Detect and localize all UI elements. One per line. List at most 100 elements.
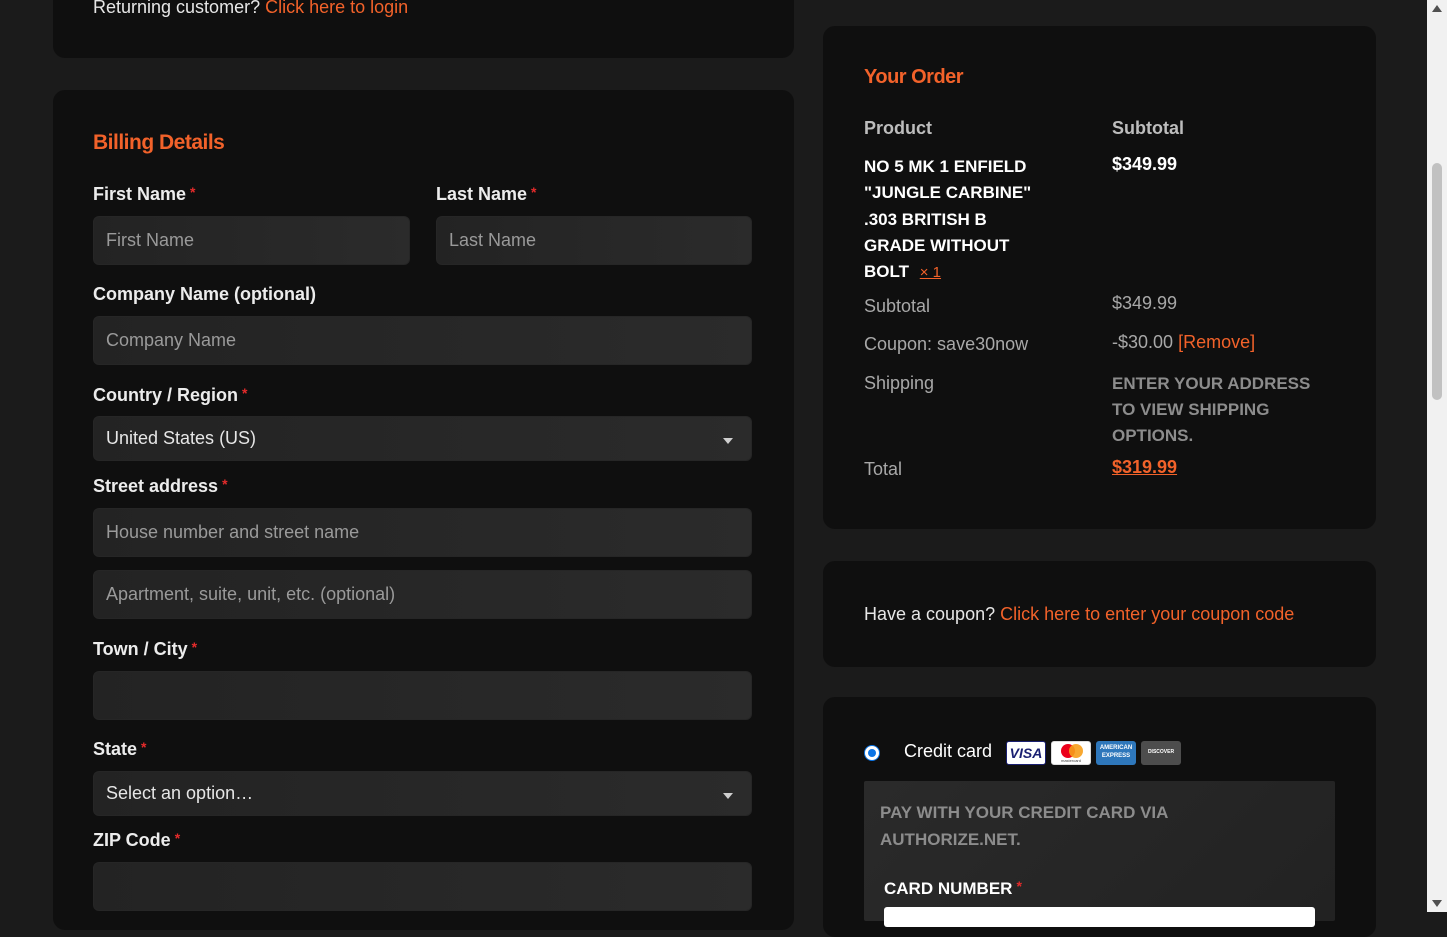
last-name-field[interactable] [436, 216, 752, 265]
zip-code-field[interactable] [93, 862, 752, 911]
zip-code-input[interactable] [94, 863, 751, 910]
order-title: Your Order [864, 66, 964, 88]
street-address-line1-input[interactable] [94, 509, 751, 556]
city-label: Town / City * [93, 639, 197, 660]
state-select[interactable]: Select an option… [93, 771, 752, 816]
first-name-label-text: First Name [93, 184, 187, 204]
coupon-notice-text: Have a coupon? [864, 604, 996, 624]
company-name-input[interactable] [94, 317, 751, 364]
last-name-label-text: Last Name [436, 184, 528, 204]
login-link[interactable]: Click here to login [265, 0, 408, 17]
discover-icon: DISCOVER [1141, 741, 1181, 765]
shipping-message-line: ENTER YOUR ADDRESS [1112, 374, 1311, 393]
enter-coupon-link[interactable]: Click here to enter your coupon code [1000, 604, 1294, 624]
street-address-line2-input[interactable] [94, 571, 751, 618]
required-mark: * [531, 184, 537, 200]
total-value: $319.99 [1112, 457, 1178, 477]
scroll-down-arrow-icon[interactable] [1432, 900, 1442, 907]
mastercard-logo-text: mastercard [1060, 758, 1081, 763]
product-column-header: Product [864, 118, 933, 138]
city-input[interactable] [94, 672, 751, 719]
country-selected-value: United States (US) [106, 428, 257, 448]
country-label-text: Country / Region [93, 385, 238, 405]
zip-code-label-text: ZIP Code [93, 830, 171, 850]
company-name-label: Company Name (optional) [93, 284, 317, 304]
required-mark: * [191, 639, 198, 655]
scroll-up-arrow-icon[interactable] [1432, 5, 1442, 12]
state-label-text: State [93, 739, 138, 759]
order-item-name-line: BOLT [864, 262, 910, 282]
subtotal-value: $349.99 [1112, 293, 1178, 313]
required-mark: * [1016, 878, 1022, 894]
credit-card-radio[interactable] [864, 745, 880, 761]
shipping-message: ENTER YOUR ADDRESS TO VIEW SHIPPING OPTI… [1112, 371, 1310, 449]
payment-description-line: AUTHORIZE.NET. [880, 830, 1021, 849]
payment-description: PAY WITH YOUR CREDIT CARD VIA AUTHORIZE.… [880, 799, 1168, 853]
city-field[interactable] [93, 671, 752, 720]
state-label: State * [93, 739, 146, 760]
amex-logo-text: AMERICAN EXPRESS [1099, 745, 1133, 759]
visa-icon: VISA [1006, 741, 1046, 765]
credit-card-label[interactable]: Credit card [904, 741, 992, 762]
order-item-price: $349.99 [1112, 154, 1178, 174]
coupon-discount: -$30.00 [Remove] [1112, 332, 1255, 353]
last-name-input[interactable] [437, 217, 751, 264]
card-number-input[interactable] [884, 907, 1315, 927]
last-name-label: Last Name * [436, 184, 537, 205]
required-mark: * [222, 476, 228, 492]
chevron-down-icon [723, 438, 733, 444]
company-name-field[interactable] [93, 316, 752, 365]
remove-coupon-link[interactable]: [Remove] [1178, 332, 1255, 352]
state-selected-value: Select an option… [106, 783, 254, 803]
returning-customer-panel: Returning customer? Click here to login [53, 0, 794, 58]
card-number-label: CARD NUMBER * [884, 878, 1022, 899]
street-address-label: Street address * [93, 476, 228, 497]
visa-logo-text: VISA [1009, 745, 1043, 761]
coupon-panel: Have a coupon? Click here to enter your … [823, 561, 1376, 667]
mastercard-icon: mastercard [1051, 741, 1091, 765]
shipping-message-line: OPTIONS. [1112, 426, 1194, 445]
radio-selected-dot [868, 749, 876, 757]
american-express-icon: AMERICAN EXPRESS [1096, 741, 1136, 765]
order-item-name-line: NO 5 MK 1 ENFIELD [864, 157, 1027, 176]
shipping-label: Shipping [864, 373, 935, 393]
billing-details-panel: Billing Details First Name* Last Name* C… [53, 90, 794, 930]
card-number-label-text: CARD NUMBER [884, 879, 1013, 898]
country-select[interactable]: United States (US) [93, 416, 752, 461]
credit-card-payment-box: PAY WITH YOUR CREDIT CARD VIA AUTHORIZE.… [864, 781, 1335, 927]
page-scrollbar[interactable] [1427, 0, 1447, 912]
coupon-label: Coupon: save30now [864, 334, 1029, 354]
coupon-discount-value: -$30.00 [1112, 332, 1174, 352]
country-label: Country / Region * [93, 385, 247, 406]
chevron-down-icon [723, 793, 733, 799]
shipping-message-line: TO VIEW SHIPPING [1112, 400, 1270, 419]
first-name-label: First Name * [93, 184, 196, 205]
required-mark: * [190, 184, 196, 200]
subtotal-label: Subtotal [864, 296, 931, 316]
first-name-field[interactable] [93, 216, 410, 265]
billing-title: Billing Details [93, 131, 225, 154]
total-label: Total [864, 459, 903, 479]
zip-code-label: ZIP Code * [93, 830, 180, 851]
order-item-quantity: × 1 [919, 264, 942, 282]
order-summary-panel: Your Order Product Subtotal NO 5 MK 1 EN… [823, 26, 1376, 529]
subtotal-column-header: Subtotal [1112, 118, 1184, 138]
order-item-name: NO 5 MK 1 ENFIELD "JUNGLE CARBINE" .303 … [864, 154, 1031, 286]
required-mark: * [141, 739, 147, 755]
required-mark: * [242, 385, 248, 401]
returning-customer-notice: Returning customer? Click here to login [93, 0, 408, 18]
required-mark: * [174, 830, 181, 846]
coupon-notice: Have a coupon? Click here to enter your … [864, 604, 1294, 625]
order-item-name-line: GRADE WITHOUT [864, 235, 1010, 255]
payment-description-line: PAY WITH YOUR CREDIT CARD VIA [880, 803, 1169, 822]
returning-customer-text: Returning customer? [93, 0, 261, 17]
city-label-text: Town / City [93, 639, 188, 659]
order-item-name-line: "JUNGLE CARBINE" [864, 183, 1032, 203]
first-name-input[interactable] [94, 217, 409, 264]
street-address-line1-field[interactable] [93, 508, 752, 557]
order-item-name-line: .303 BRITISH B [864, 209, 987, 229]
street-address-label-text: Street address [93, 476, 219, 496]
scrollbar-thumb[interactable] [1432, 163, 1442, 400]
discover-logo-text: DISCOVER [1147, 749, 1175, 755]
street-address-line2-field[interactable] [93, 570, 752, 619]
